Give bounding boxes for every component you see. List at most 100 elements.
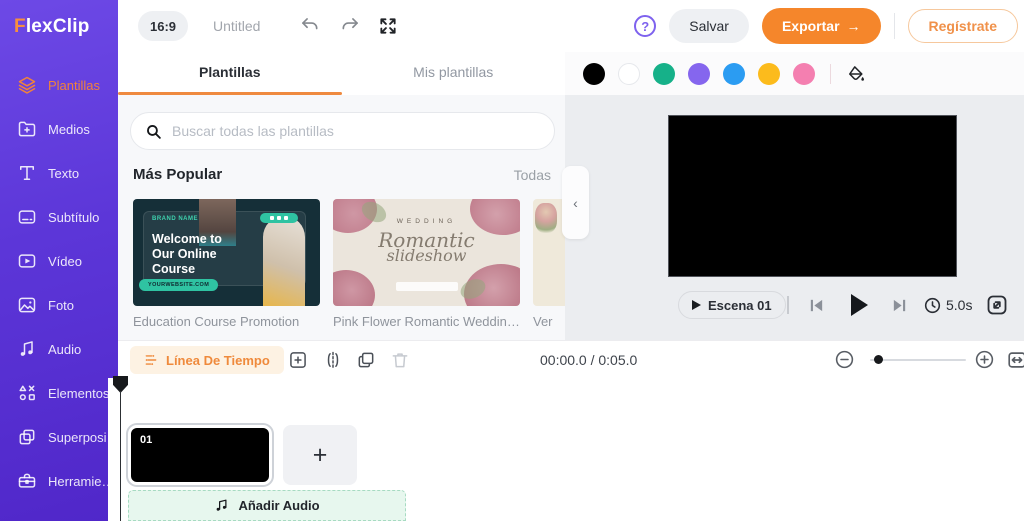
clip-number: 01 xyxy=(140,434,153,446)
search-input[interactable] xyxy=(172,123,540,139)
sidebar-item-label: Texto xyxy=(48,165,80,181)
template-card-education[interactable]: BRAND NAME Welcome to Our Online Course … xyxy=(133,199,320,329)
add-scene-tile[interactable]: + xyxy=(283,425,357,485)
duplicate-icon[interactable] xyxy=(356,350,376,370)
help-button[interactable]: ? xyxy=(634,15,657,37)
photo-placeholder xyxy=(263,216,305,306)
see-all-link[interactable]: Todas xyxy=(514,167,551,183)
color-swatch-yellow[interactable] xyxy=(758,62,780,85)
color-swatch-black[interactable] xyxy=(583,62,605,85)
play-button[interactable] xyxy=(851,294,868,316)
sidebar-item-elementos[interactable]: Elementos xyxy=(0,371,118,415)
sidebar-item-plantillas[interactable]: Plantillas xyxy=(0,63,118,107)
template-thumbnail xyxy=(533,199,565,306)
search-bar[interactable] xyxy=(130,112,555,150)
flexclip-logo[interactable]: FlexClip xyxy=(0,0,118,38)
color-swatch-white[interactable] xyxy=(618,62,640,85)
templates-tabbar: Plantillas Mis plantillas xyxy=(118,52,565,95)
sidebar-item-texto[interactable]: Texto xyxy=(0,151,118,195)
playhead-line xyxy=(119,391,121,521)
project-title[interactable]: Untitled xyxy=(213,0,260,52)
redo-icon[interactable] xyxy=(340,16,360,36)
tab-plantillas[interactable]: Plantillas xyxy=(118,52,342,95)
text-icon xyxy=(17,163,37,183)
template-headline: Welcome to Our Online Course xyxy=(152,232,222,276)
skip-to-end-icon[interactable] xyxy=(891,297,908,314)
timeline-toolbar: Línea De Tiempo 00:00.0 / 0:05.0 xyxy=(118,340,1024,378)
paint-bucket-icon[interactable] xyxy=(846,64,866,84)
arrow-right-icon: → xyxy=(846,18,861,34)
skip-to-start-icon[interactable] xyxy=(808,297,825,314)
sidebar-item-video[interactable]: Vídeo xyxy=(0,239,118,283)
sidebar-item-label: Vídeo xyxy=(48,253,82,269)
split-icon[interactable] xyxy=(323,350,343,370)
template-caption: Ver xyxy=(533,314,553,329)
duration-value[interactable]: 5.0s xyxy=(946,297,972,313)
scene-clip-01[interactable]: 01 xyxy=(128,425,272,485)
add-scene-icon[interactable] xyxy=(288,350,308,370)
expand-preview-icon[interactable] xyxy=(985,293,1009,317)
zoom-in-icon[interactable] xyxy=(974,349,995,370)
sidebar-item-label: Medios xyxy=(48,121,90,137)
sidebar-item-subtitulo[interactable]: Subtítulo xyxy=(0,195,118,239)
sidebar: FlexClip Plantillas Medios Texto Subtítu… xyxy=(0,0,118,521)
preview-area: Escena 01 5.0s xyxy=(565,95,1024,340)
template-thumbnail: BRAND NAME Welcome to Our Online Course … xyxy=(133,199,320,306)
topbar-actions: ? Salvar Exportar → Regístrate xyxy=(634,0,1018,52)
play-icon xyxy=(692,300,701,310)
export-button[interactable]: Exportar → xyxy=(761,8,881,44)
duration-clock-icon xyxy=(923,296,942,315)
brand-text: BRAND NAME xyxy=(152,216,198,222)
aspect-ratio-button[interactable]: 16:9 xyxy=(138,11,188,41)
sidebar-item-label: Audio xyxy=(48,341,82,357)
sidebar-item-herramientas[interactable]: Herramie… xyxy=(0,459,118,503)
template-script-title: Romantic slideshow xyxy=(378,228,475,265)
color-swatch-purple[interactable] xyxy=(688,62,710,85)
social-icons xyxy=(260,213,298,223)
sidebar-item-foto[interactable]: Foto xyxy=(0,283,118,327)
undo-icon[interactable] xyxy=(300,16,320,36)
add-audio-button[interactable]: Añadir Audio xyxy=(128,490,406,521)
sidebar-item-medios[interactable]: Medios xyxy=(0,107,118,151)
section-title: Más Popular xyxy=(133,166,223,183)
zoom-slider-knob[interactable] xyxy=(874,355,883,364)
search-icon xyxy=(145,123,162,140)
video-canvas[interactable] xyxy=(668,115,957,277)
template-card-wedding[interactable]: WEDDING Romantic slideshow Pink Flower Ro… xyxy=(333,199,520,329)
website-badge: YOURWEBSITE.COM xyxy=(139,279,219,291)
controls-divider xyxy=(787,296,789,314)
color-swatch-teal[interactable] xyxy=(653,62,675,85)
sidebar-item-superposicion[interactable]: Superposi… xyxy=(0,415,118,459)
sidebar-item-label: Elementos xyxy=(48,385,110,401)
timeline-mode-button[interactable]: Línea De Tiempo xyxy=(130,346,284,374)
video-icon xyxy=(17,251,37,271)
scene-selector-button[interactable]: Escena 01 xyxy=(678,291,786,319)
color-swatch-pink[interactable] xyxy=(793,62,815,85)
names-pill xyxy=(395,282,458,291)
sidebar-item-audio[interactable]: Audio xyxy=(0,327,118,371)
fullscreen-icon[interactable] xyxy=(378,16,398,36)
export-label: Exportar xyxy=(781,18,840,34)
color-swatch-blue[interactable] xyxy=(723,62,745,85)
sidebar-item-label: Foto xyxy=(48,297,75,313)
logo-letter: F xyxy=(14,16,26,37)
panel-collapse-button[interactable]: ‹ xyxy=(562,166,589,239)
sidebar-item-label: Plantillas xyxy=(48,77,101,93)
fit-timeline-icon[interactable] xyxy=(1006,349,1024,371)
template-caption: Education Course Promotion xyxy=(133,314,300,329)
music-note-icon xyxy=(214,498,229,513)
logo-rest: lexClip xyxy=(25,16,90,37)
register-button[interactable]: Regístrate xyxy=(907,9,1018,43)
delete-icon[interactable] xyxy=(390,350,410,370)
zoom-slider-track[interactable] xyxy=(870,359,966,361)
template-caption: Pink Flower Romantic Wedding … xyxy=(333,314,520,329)
zoom-out-icon[interactable] xyxy=(834,349,855,370)
sidebar-nav: Plantillas Medios Texto Subtítulo Vídeo … xyxy=(0,63,118,503)
sidebar-item-label: Herramie… xyxy=(48,473,115,489)
save-button[interactable]: Salvar xyxy=(669,9,749,43)
timeline-icon xyxy=(144,353,158,367)
tab-mis-plantillas[interactable]: Mis plantillas xyxy=(342,52,566,95)
elements-icon xyxy=(17,383,37,403)
template-card-partial[interactable]: Ver xyxy=(533,199,565,329)
color-bar-divider xyxy=(830,63,831,84)
